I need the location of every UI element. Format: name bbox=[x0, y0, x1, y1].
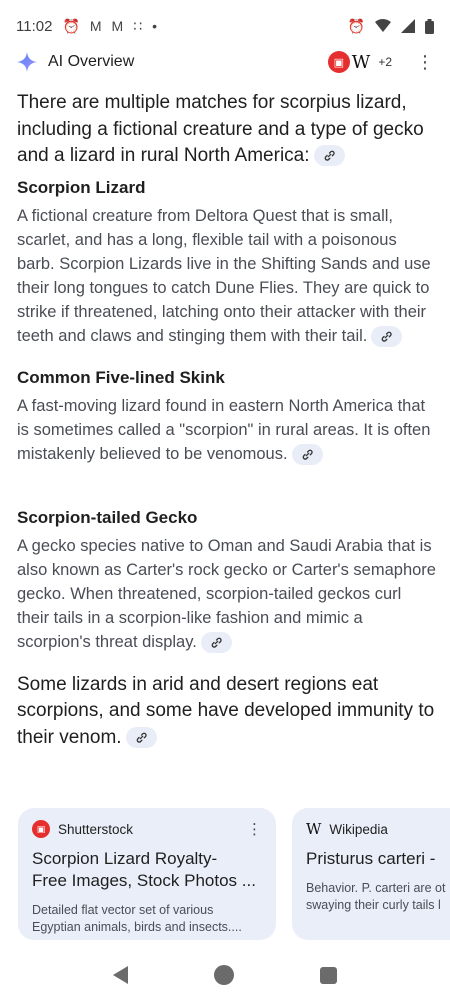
source-card[interactable]: ▣ Shutterstock ⋮ Scorpion Lizard Royalty… bbox=[18, 808, 276, 940]
more-options-icon[interactable]: ⋮ bbox=[416, 53, 434, 71]
card-title: Scorpion Lizard Royalty- Free Images, St… bbox=[32, 848, 262, 892]
alarm-icon: ⏰ bbox=[62, 18, 80, 34]
section-heading: Scorpion Lizard bbox=[17, 177, 146, 197]
grid-icon: ∷ bbox=[133, 18, 143, 34]
section-text: A fast-moving lizard found in eastern No… bbox=[17, 396, 431, 463]
ai-overview-title: AI Overview bbox=[48, 53, 135, 70]
battery-icon bbox=[425, 18, 434, 34]
section-heading: Common Five-lined Skink bbox=[17, 367, 225, 387]
card-desc-line: Egyptian animals, birds and insects.... bbox=[32, 920, 242, 934]
home-icon[interactable] bbox=[214, 965, 234, 985]
citation-link-chip[interactable] bbox=[313, 145, 345, 167]
citation-link-chip[interactable] bbox=[291, 443, 323, 465]
wikipedia-icon: W bbox=[306, 820, 322, 838]
card-description: Behavior. P. carteri are ot swaying thei… bbox=[306, 880, 448, 914]
source-cards-carousel[interactable]: ▣ Shutterstock ⋮ Scorpion Lizard Royalty… bbox=[18, 808, 450, 940]
dot-icon: • bbox=[152, 18, 158, 34]
card-more-icon[interactable]: ⋮ bbox=[247, 820, 262, 838]
link-icon bbox=[211, 637, 222, 648]
intro-sentence: There are multiple matches for scorpius … bbox=[17, 92, 424, 166]
card-description: Detailed flat vector set of various Egyp… bbox=[32, 902, 262, 936]
more-sources-count: +2 bbox=[378, 55, 392, 69]
card-title-line: Free Images, Stock Photos ... bbox=[32, 871, 256, 890]
card-title-line: Scorpion Lizard Royalty- bbox=[32, 849, 218, 868]
link-icon bbox=[382, 331, 392, 342]
closing-sentence: Some lizards in arid and desert regions … bbox=[17, 673, 435, 748]
status-time: 11:02 bbox=[16, 17, 53, 35]
section-body: A fictional creature from Deltora Quest … bbox=[17, 204, 437, 348]
intro-text: There are multiple matches for scorpius … bbox=[17, 90, 437, 170]
recent-apps-icon[interactable] bbox=[320, 966, 337, 984]
card-desc-line: swaying their curly tails l bbox=[306, 898, 441, 912]
gmail-icon: M bbox=[111, 18, 124, 34]
link-icon bbox=[136, 732, 147, 743]
alarm-icon: ⏰ bbox=[347, 18, 365, 34]
gemini-spark-icon bbox=[16, 51, 38, 73]
card-source: W Wikipedia bbox=[306, 820, 448, 838]
card-desc-line: Behavior. P. carteri are ot bbox=[306, 881, 446, 895]
source-card[interactable]: W Wikipedia Pristurus carteri - Behavior… bbox=[292, 808, 450, 940]
citation-link-chip[interactable] bbox=[371, 325, 403, 347]
section-heading: Scorpion-tailed Gecko bbox=[17, 507, 198, 527]
link-icon bbox=[302, 449, 313, 460]
signal-icon bbox=[401, 19, 415, 33]
wikipedia-icon: W bbox=[351, 51, 371, 73]
shutterstock-icon: ▣ bbox=[327, 51, 350, 73]
ai-overview-header: AI Overview ▣ W +2 ⋮ bbox=[0, 44, 450, 80]
sources-summary[interactable]: ▣ W +2 ⋮ bbox=[327, 51, 434, 73]
section-text: A fictional creature from Deltora Quest … bbox=[17, 206, 431, 345]
section-body: A gecko species native to Oman and Saudi… bbox=[17, 534, 437, 654]
status-right: ⏰ bbox=[347, 18, 434, 34]
link-icon bbox=[324, 151, 335, 162]
card-source-name: Shutterstock bbox=[58, 821, 134, 837]
citation-link-chip[interactable] bbox=[200, 631, 232, 653]
section-body: A fast-moving lizard found in eastern No… bbox=[17, 394, 437, 466]
gmail-icon: M bbox=[89, 18, 102, 34]
citation-link-chip[interactable] bbox=[125, 726, 157, 748]
status-left: 11:02 ⏰ M M ∷ • bbox=[16, 18, 157, 35]
wifi-icon bbox=[375, 19, 391, 32]
card-source: ▣ Shutterstock bbox=[32, 820, 262, 838]
shutterstock-icon: ▣ bbox=[32, 820, 50, 838]
closing-text: Some lizards in arid and desert regions … bbox=[17, 672, 437, 752]
overview-content: There are multiple matches for scorpius … bbox=[17, 90, 437, 751]
card-title: Pristurus carteri - bbox=[306, 849, 436, 868]
card-desc-line: Detailed flat vector set of various bbox=[32, 903, 214, 917]
card-source-name: Wikipedia bbox=[329, 821, 388, 837]
back-icon[interactable] bbox=[113, 966, 128, 984]
system-nav-bar bbox=[0, 950, 450, 1000]
